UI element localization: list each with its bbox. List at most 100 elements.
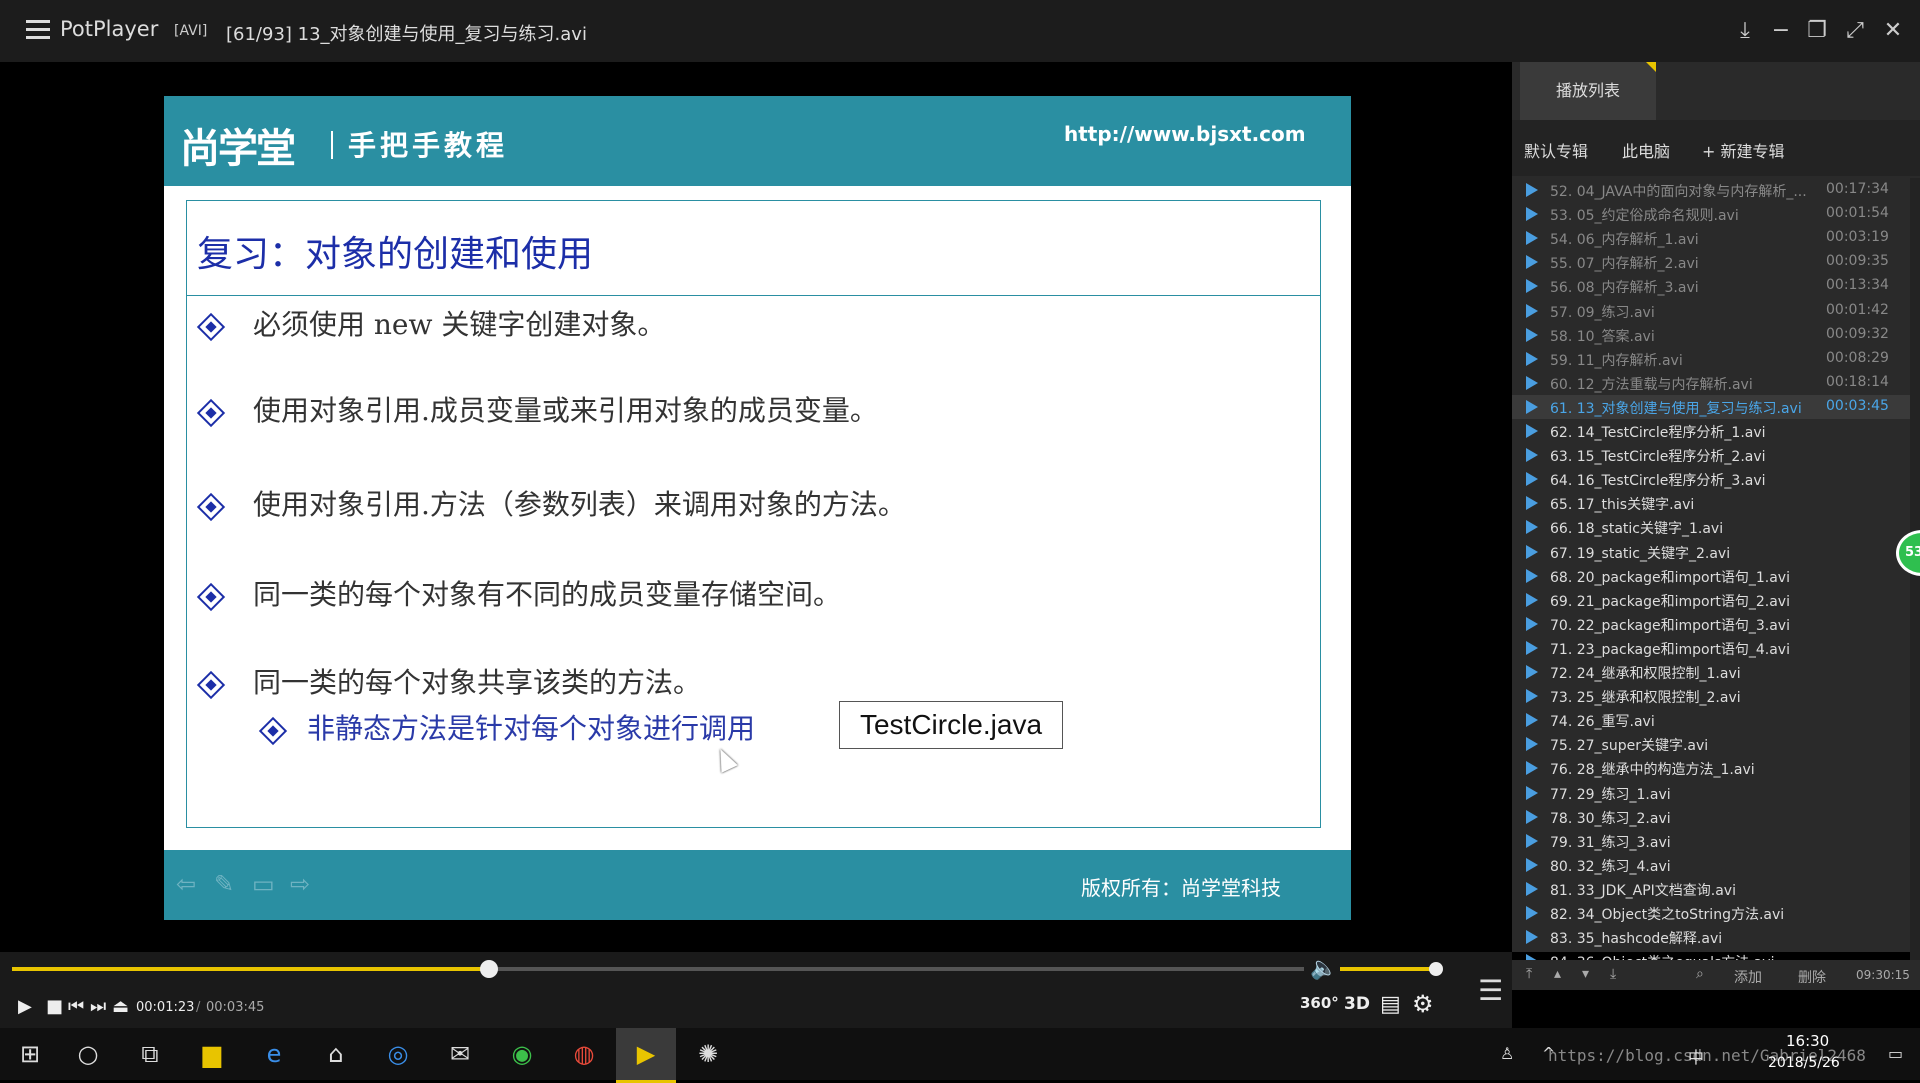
playlist-item[interactable]: 67. 19_static_关键字_2.avi — [1512, 540, 1910, 564]
code-filename-box: TestCircle.java — [839, 701, 1063, 749]
playlist-item[interactable]: 58. 10_答案.avi 00:09:32 — [1512, 323, 1910, 347]
move-bottom-icon[interactable]: ⤓ — [1610, 966, 1616, 982]
volume-slider[interactable] — [1340, 962, 1443, 976]
time-current: 00:01:23 — [136, 1000, 195, 1015]
playlist-item[interactable]: 72. 24_继承和权限控制_1.avi — [1512, 660, 1910, 684]
move-up-icon[interactable]: ▴ — [1554, 966, 1561, 982]
playlist-item[interactable]: 75. 27_super关键字.avi — [1512, 732, 1910, 756]
search-icon[interactable]: ⌕ — [1696, 966, 1704, 982]
playlist-item[interactable]: 63. 15_TestCircle程序分析_2.avi — [1512, 443, 1910, 467]
tab-this-pc[interactable]: 此电脑 — [1622, 138, 1670, 162]
seek-fill — [12, 967, 489, 971]
playlist-item[interactable]: 73. 25_继承和权限控制_2.avi — [1512, 684, 1910, 708]
clock-date[interactable]: 2018/5/26 — [1768, 1055, 1840, 1071]
playlist-item[interactable]: 79. 31_练习_3.avi — [1512, 829, 1910, 853]
playlist-item[interactable]: 81. 33_JDK_API文档查询.avi — [1512, 877, 1910, 901]
ime-indicator[interactable]: 中 — [1688, 1044, 1704, 1068]
playlist-item[interactable]: 82. 34_Object类之toString方法.avi — [1512, 901, 1910, 925]
chrome-icon[interactable]: ◍ — [568, 1038, 600, 1070]
seek-bar[interactable] — [12, 960, 1304, 978]
playlist-toggle-icon[interactable]: ☰ — [1478, 974, 1503, 1007]
playlist-item[interactable]: 71. 23_package和import语句_4.avi — [1512, 636, 1910, 660]
clock-time[interactable]: 16:30 — [1786, 1032, 1829, 1050]
green-app-icon[interactable]: ◉ — [506, 1038, 538, 1070]
playlist-item[interactable]: 80. 32_练习_4.avi — [1512, 853, 1910, 877]
gear-icon[interactable]: ⚙ — [1412, 990, 1434, 1018]
format-tag: [AVI] — [174, 23, 208, 39]
tab-new-album[interactable]: + 新建专辑 — [1702, 138, 1785, 162]
3d-button[interactable]: 3D — [1344, 994, 1370, 1014]
menu-icon[interactable] — [26, 20, 50, 40]
seek-thumb[interactable] — [479, 960, 498, 978]
360-button[interactable]: 360° — [1300, 994, 1339, 1012]
playlist-item-name: 59. 11_内存解析.avi — [1550, 352, 1683, 369]
browser-icon[interactable]: ◎ — [382, 1038, 414, 1070]
play-arrow-icon — [1526, 906, 1538, 920]
playlist-item[interactable]: 69. 21_package和import语句_2.avi — [1512, 588, 1910, 612]
move-top-icon[interactable]: ⤒ — [1526, 966, 1532, 982]
move-down-icon[interactable]: ▾ — [1582, 966, 1589, 982]
eject-icon[interactable]: ⏏ — [112, 996, 129, 1017]
playlist-item[interactable]: 76. 28_继承中的构造方法_1.avi — [1512, 756, 1910, 780]
diamond-bullet-icon — [196, 398, 226, 428]
add-button[interactable]: 添加 — [1734, 967, 1762, 987]
playlist-item[interactable]: 77. 29_练习_1.avi — [1512, 781, 1910, 805]
playlist-item[interactable]: 64. 16_TestCircle程序分析_3.avi — [1512, 467, 1910, 491]
playlist-item[interactable]: 54. 06_内存解析_1.avi 00:03:19 — [1512, 226, 1910, 250]
people-icon[interactable]: ♙ — [1500, 1044, 1514, 1063]
subtitle-icon[interactable]: ▤ — [1380, 992, 1401, 1017]
mail-icon[interactable]: ✉ — [444, 1038, 476, 1070]
playlist-item[interactable]: 55. 07_内存解析_2.avi 00:09:35 — [1512, 250, 1910, 274]
store-icon[interactable]: ⌂ — [320, 1038, 352, 1070]
playlist-item[interactable]: 57. 09_练习.avi 00:01:42 — [1512, 299, 1910, 323]
playlist-item-name: 55. 07_内存解析_2.avi — [1550, 256, 1699, 273]
playlist-item[interactable]: 53. 05_约定俗成命名规则.avi 00:01:54 — [1512, 202, 1910, 226]
time-total: 00:03:45 — [206, 1000, 265, 1015]
settings-app-icon[interactable]: ✺ — [692, 1038, 724, 1070]
playlist-item[interactable]: 70. 22_package和import语句_3.avi — [1512, 612, 1910, 636]
play-arrow-icon — [1526, 255, 1538, 270]
stop-icon[interactable]: ■ — [46, 996, 63, 1017]
playlist-item[interactable]: 52. 04_JAVA中的面向对象与内存解析_... 00:17:34 — [1512, 178, 1910, 202]
volume-icon[interactable]: 🔈 — [1310, 956, 1337, 981]
windows-start-icon[interactable]: ⊞ — [14, 1038, 46, 1070]
play-icon[interactable]: ▶ — [18, 996, 32, 1017]
playlist-item[interactable]: 61. 13_对象创建与使用_复习与练习.avi 00:03:45 — [1512, 394, 1910, 419]
tab-default-album[interactable]: 默认专辑 — [1524, 138, 1588, 162]
cortana-icon[interactable]: ○ — [72, 1038, 104, 1070]
play-arrow-icon — [1526, 857, 1538, 872]
task-view-icon[interactable]: ⧉ — [134, 1038, 166, 1070]
playlist-item[interactable]: 65. 17_this关键字.avi — [1512, 491, 1910, 515]
restore-icon[interactable]: ❐ — [1800, 14, 1834, 48]
potplayer-icon[interactable]: ▶ — [630, 1038, 662, 1070]
playlist-item[interactable]: 59. 11_内存解析.avi 00:08:29 — [1512, 347, 1910, 371]
file-explorer-icon[interactable]: ▆ — [196, 1038, 228, 1070]
playlist-item[interactable]: 56. 08_内存解析_3.avi 00:13:34 — [1512, 274, 1910, 298]
playlist-item[interactable]: 60. 12_方法重载与内存解析.avi 00:18:14 — [1512, 371, 1910, 395]
play-arrow-icon — [1526, 472, 1538, 487]
delete-button[interactable]: 删除 — [1798, 967, 1826, 987]
playlist-item[interactable]: 78. 30_练习_2.avi — [1512, 805, 1910, 829]
notification-center-icon[interactable]: ▭ — [1888, 1044, 1903, 1063]
tab-playlist[interactable]: 播放列表 — [1520, 62, 1656, 120]
playlist-item[interactable]: 84. 36_Object类之equals方法.avi — [1512, 949, 1910, 960]
prev-slide-icon: ⇦ — [176, 870, 197, 898]
playlist-item[interactable]: 83. 35_hashcode解释.avi — [1512, 925, 1910, 949]
playlist-item[interactable]: 74. 26_重写.avi — [1512, 708, 1910, 732]
play-arrow-icon — [1526, 375, 1538, 390]
playlist-item[interactable]: 68. 20_package和import语句_1.avi — [1512, 564, 1910, 588]
volume-thumb[interactable] — [1429, 962, 1443, 976]
close-icon[interactable]: ✕ — [1876, 14, 1910, 48]
volume-fill — [1340, 967, 1436, 971]
fullscreen-icon[interactable]: ⤢ — [1838, 14, 1872, 48]
previous-icon[interactable]: ⏮ — [68, 996, 84, 1017]
pin-icon[interactable]: ⤓ — [1728, 14, 1762, 48]
edge-icon[interactable]: e — [258, 1038, 290, 1070]
playlist-item[interactable]: 66. 18_static关键字_1.avi — [1512, 515, 1910, 539]
minimize-icon[interactable]: − — [1764, 14, 1798, 48]
bullet-text: 必须使用 new 关键字创建对象。 — [253, 308, 666, 341]
play-arrow-icon — [1526, 424, 1538, 438]
next-icon[interactable]: ⏭ — [90, 996, 106, 1017]
playlist-item[interactable]: 62. 14_TestCircle程序分析_1.avi — [1512, 419, 1910, 443]
play-arrow-icon — [1526, 544, 1538, 559]
